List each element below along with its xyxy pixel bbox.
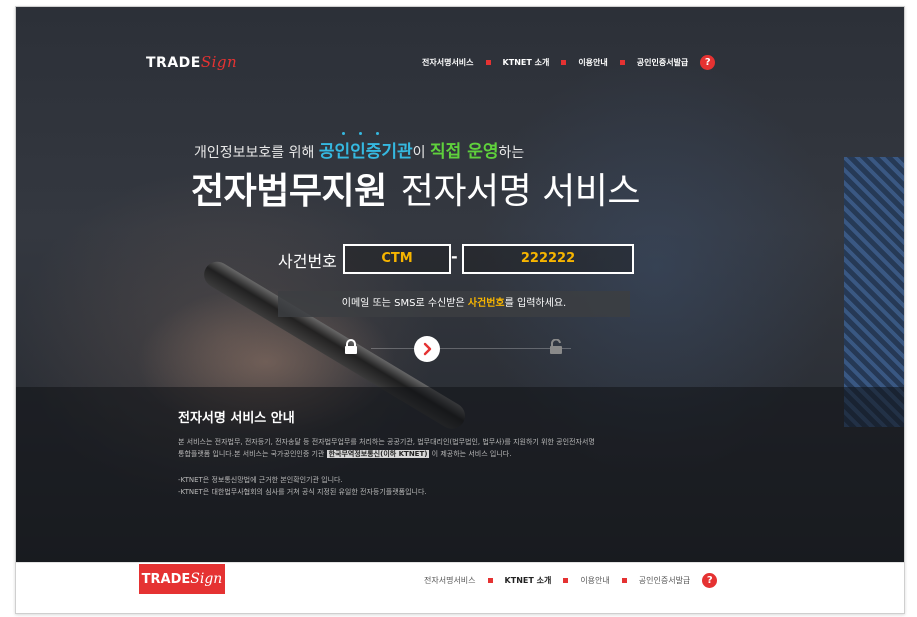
info-text: 이 제공하는 서비스 입니다. <box>429 450 512 458</box>
title-rest: 전자서명 서비스 <box>400 171 641 212</box>
tagline-text: 이 <box>412 145 431 161</box>
title-bold: 전자법무지원 <box>191 171 387 212</box>
footer-nav-usage-guide[interactable]: 이용안내 <box>580 575 609 586</box>
logo-text: TRADE <box>146 55 201 71</box>
footer-nav-ktnet-intro[interactable]: KTNET 소개 <box>505 575 552 586</box>
logo-script: Sign <box>200 53 238 71</box>
nav-separator <box>485 60 491 65</box>
case-number-input[interactable]: 222222 <box>462 244 634 274</box>
hint-text: 이메일 또는 SMS로 수신받은 <box>341 298 468 309</box>
info-text: 통합플랫폼 입니다.본 서비스는 국가공인인증 기관 <box>178 450 327 458</box>
service-info-title: 전자서명 서비스 안내 <box>178 411 295 426</box>
hint-text: 를 입력하세요. <box>504 298 567 309</box>
footer-nav-esign-service[interactable]: 전자서명서비스 <box>424 575 476 586</box>
footer-help-icon[interactable]: ? <box>702 573 718 588</box>
submit-button[interactable] <box>414 336 440 362</box>
lock-closed-icon <box>345 339 357 354</box>
step-line <box>371 348 571 349</box>
tagline-text: 개인정보보호를 위해 <box>194 145 319 161</box>
hint-emphasis: 사건번호 <box>467 298 505 309</box>
browser-frame: TRADESign 전자서명서비스 KTNET 소개 이용안내 공인인증서발급 … <box>15 6 905 614</box>
service-info-line-2: 통합플랫폼 입니다.본 서비스는 국가공인인증 기관 한국무역정보통신(이하 K… <box>178 449 511 459</box>
case-prefix-input[interactable]: CTM <box>343 244 451 274</box>
nav-separator <box>621 578 627 583</box>
hero-tagline: 개인정보보호를 위해 공인인증기관이 직접 운영하는 <box>194 137 524 162</box>
footer-logo-text: TRADE <box>141 572 191 587</box>
footer-nav-cert-issue[interactable]: 공인인증서발급 <box>639 575 691 586</box>
chevron-right-icon <box>423 342 432 356</box>
nav-item-cert-issue[interactable]: 공인인증서발급 <box>637 57 689 68</box>
nav-separator <box>487 578 493 583</box>
footer-logo[interactable]: TRADESign <box>139 564 225 594</box>
service-info-line-1: 본 서비스는 전자법무, 전자등기, 전자송달 등 전자법무업무를 처리하는 공… <box>178 438 595 446</box>
help-icon[interactable]: ? <box>700 55 716 70</box>
footer-nav: 전자서명서비스 KTNET 소개 이용안내 공인인증서발급 ? <box>424 573 718 588</box>
lock-open-icon <box>550 339 562 354</box>
nav-item-usage-guide[interactable]: 이용안내 <box>578 57 607 68</box>
footer-logo-script: Sign <box>190 571 223 587</box>
tagline-highlight-operation: 직접 운영 <box>430 142 499 162</box>
top-nav: 전자서명서비스 KTNET 소개 이용안내 공인인증서발급 ? <box>422 55 716 70</box>
page-title: 전자법무지원 전자서명 서비스 <box>191 162 641 214</box>
case-number-label: 사건번호 <box>278 252 337 271</box>
tradesign-logo[interactable]: TRADESign <box>146 53 237 71</box>
case-dash: - <box>451 247 458 266</box>
nav-item-esign-service[interactable]: 전자서명서비스 <box>422 57 474 68</box>
service-note-1: -KTNET은 정보통신망법에 근거한 본인확인기관 입니다. <box>178 476 343 484</box>
case-number-hint: 이메일 또는 SMS로 수신받은 사건번호를 입력하세요. <box>278 291 630 317</box>
service-info-panel <box>16 387 904 562</box>
service-note-2: -KTNET은 대한법무사협회의 심사를 거쳐 공식 지정된 유일한 전자등기플… <box>178 488 427 496</box>
ktnet-highlight: 한국무역정보통신(이하 KTNET) <box>326 450 430 458</box>
nav-separator <box>619 60 625 65</box>
nav-item-ktnet-intro[interactable]: KTNET 소개 <box>503 57 550 68</box>
nav-separator <box>563 578 569 583</box>
nav-separator <box>561 60 567 65</box>
tagline-text: 하는 <box>498 145 525 161</box>
tagline-highlight-authority: 공인인증기관 <box>318 142 413 162</box>
